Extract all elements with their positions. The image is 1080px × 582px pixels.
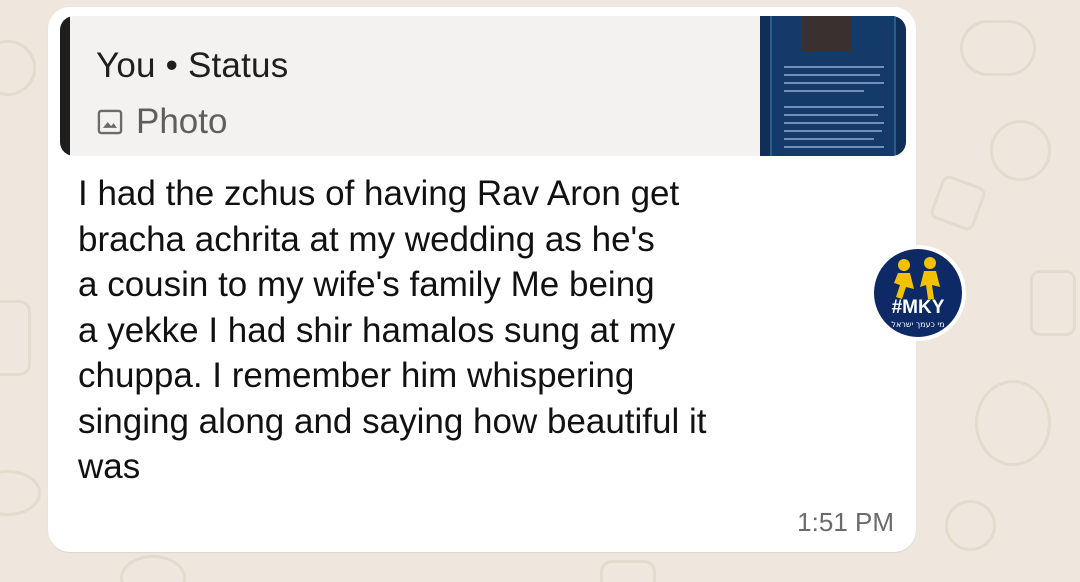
wallpaper-doodle bbox=[600, 560, 656, 582]
quote-author: You • Status bbox=[96, 46, 289, 85]
quote-media-type: Photo bbox=[96, 102, 227, 142]
wallpaper-doodle bbox=[0, 40, 36, 96]
wallpaper-doodle bbox=[960, 20, 1036, 76]
quoted-status-reply[interactable]: You • Status Photo bbox=[60, 16, 906, 156]
wallpaper-doodle bbox=[928, 173, 988, 233]
svg-text:מי כעמך ישראל: מי כעמך ישראל bbox=[891, 320, 944, 329]
wallpaper-doodle bbox=[120, 555, 186, 582]
status-thumbnail[interactable] bbox=[760, 16, 906, 156]
mky-logo-watermark: #MKY מי כעמך ישראל bbox=[870, 245, 966, 341]
wallpaper-doodle bbox=[1030, 270, 1076, 336]
message-timestamp: 1:51 PM bbox=[797, 507, 894, 537]
wallpaper-doodle bbox=[945, 500, 996, 551]
wallpaper-doodle bbox=[0, 470, 41, 516]
message-text: I had the zchus of having Rav Aron get b… bbox=[78, 174, 707, 486]
message-bubble[interactable]: You • Status Photo I had the zchus of ha… bbox=[48, 7, 916, 552]
thumbnail-page bbox=[770, 16, 896, 156]
quote-type-label: Photo bbox=[136, 102, 228, 141]
wallpaper-doodle bbox=[990, 120, 1051, 181]
wallpaper-doodle bbox=[0, 300, 31, 376]
svg-text:#MKY: #MKY bbox=[892, 297, 945, 318]
photo-icon bbox=[97, 109, 123, 135]
wallpaper-doodle bbox=[975, 380, 1051, 466]
thumbnail-portrait bbox=[802, 16, 852, 52]
quote-accent-bar bbox=[60, 16, 70, 156]
